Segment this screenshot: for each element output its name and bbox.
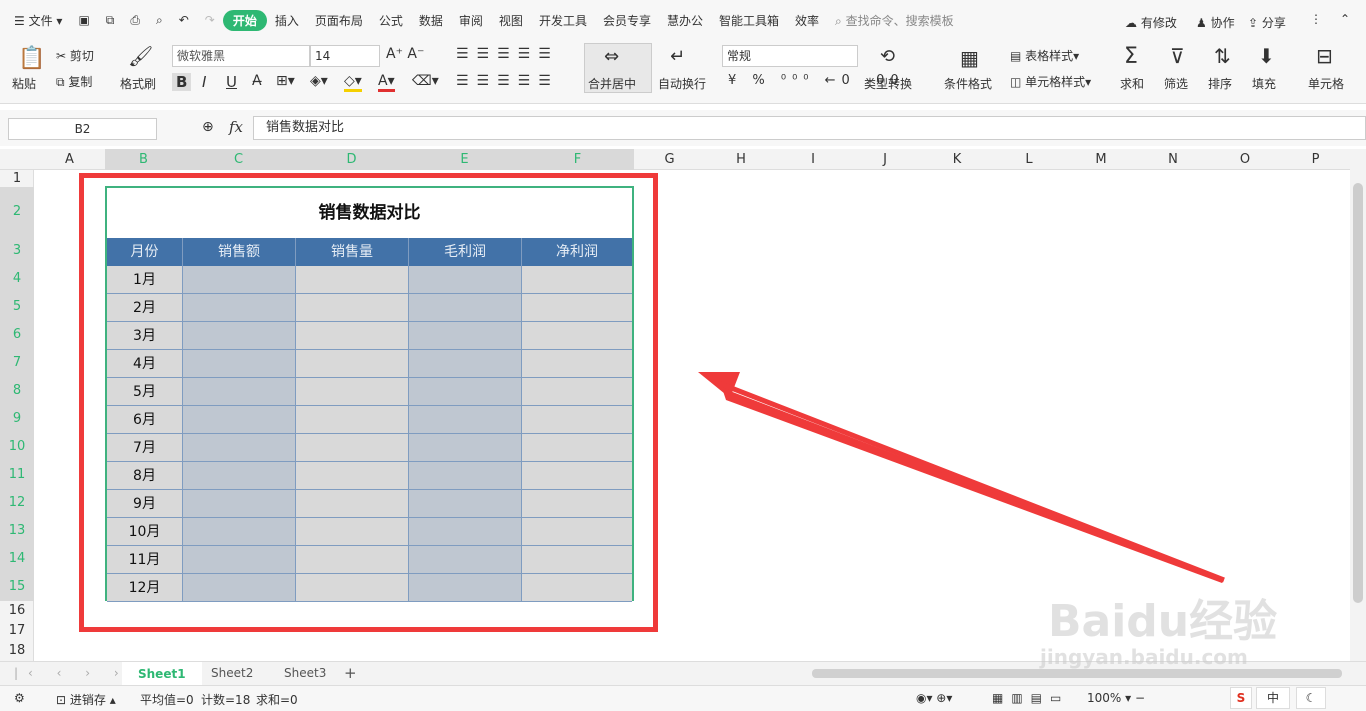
- sogou-icon[interactable]: S: [1230, 687, 1252, 709]
- horizontal-scrollbar[interactable]: [812, 669, 1342, 678]
- view-mode-icons[interactable]: ▦▥▤▭: [992, 691, 1069, 705]
- count-value: 计数=18: [201, 693, 251, 707]
- ime-button[interactable]: 中: [1256, 687, 1290, 709]
- moon-icon[interactable]: ☾: [1296, 687, 1326, 709]
- sheet-tab[interactable]: Sheet2: [211, 666, 253, 680]
- status-bar: ⚙ ⊡ 进销存 ▴ 平均值=0 计数=18 求和=0 ◉▾ ⊕▾ ▦▥▤▭ 10…: [0, 685, 1366, 711]
- sheet-tab[interactable]: Sheet3: [284, 666, 326, 680]
- avg-value: 平均值=0: [140, 693, 194, 707]
- watermark-logo: Baidu经验: [1048, 596, 1278, 647]
- macro-icon[interactable]: ⚙: [14, 691, 25, 705]
- watermark-url: jingyan.baidu.com: [1040, 645, 1248, 669]
- save-status[interactable]: ⊡ 进销存 ▴: [56, 691, 116, 708]
- sum-value: 求和=0: [256, 693, 298, 707]
- sheet-tab[interactable]: Sheet1: [122, 662, 202, 686]
- scroll-thumb[interactable]: [1353, 183, 1363, 603]
- add-sheet-icon[interactable]: +: [344, 664, 357, 682]
- eye-icon[interactable]: ◉▾ ⊕▾: [916, 691, 952, 705]
- zoom-select[interactable]: 100% ▾ −: [1087, 691, 1145, 705]
- vertical-scrollbar[interactable]: [1350, 149, 1366, 661]
